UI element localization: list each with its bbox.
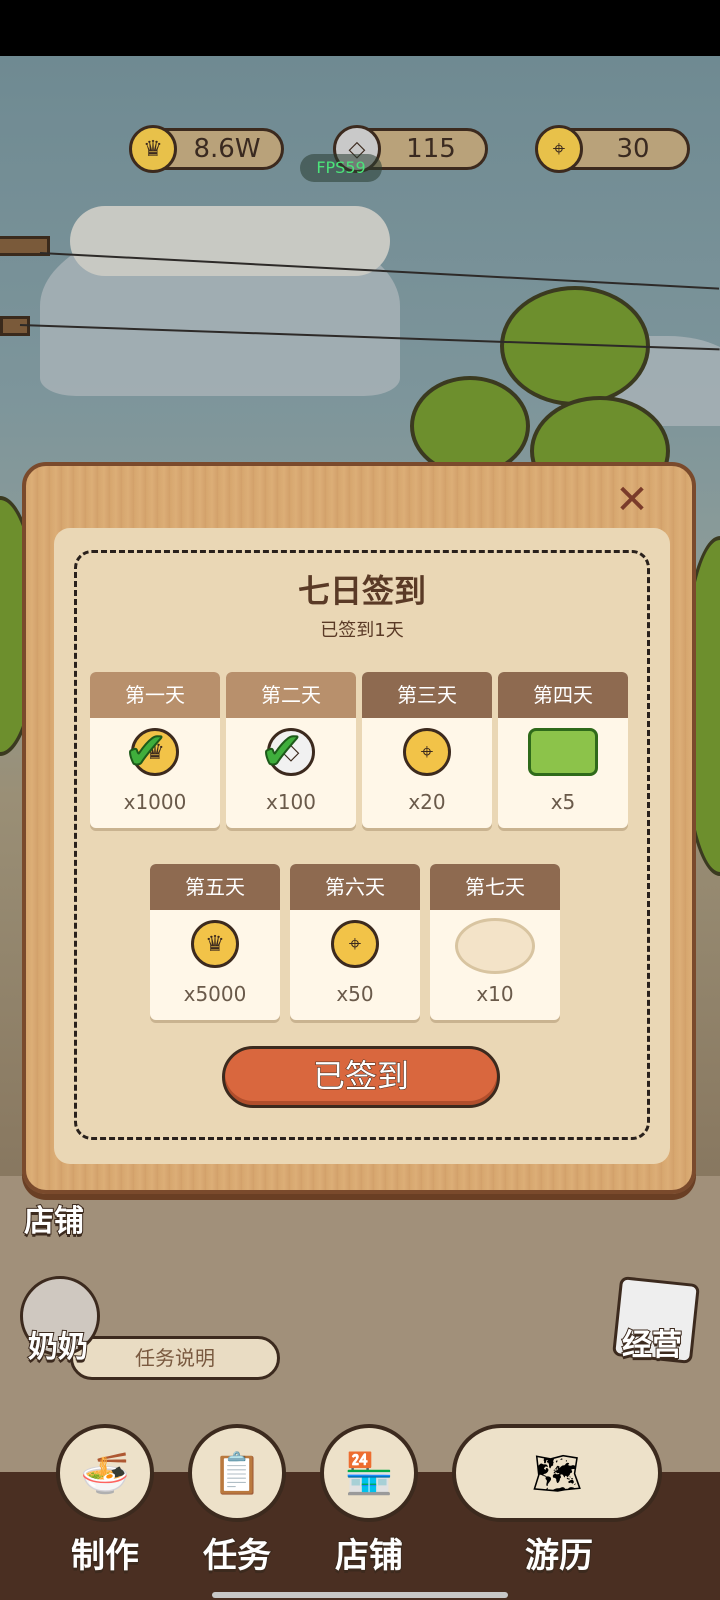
task-description-button[interactable]: 任务说明 <box>70 1336 280 1380</box>
day-label: 第三天 <box>362 672 492 718</box>
day-label: 第四天 <box>498 672 628 718</box>
store-icon[interactable]: 🏪 <box>320 1424 418 1522</box>
cloud <box>70 206 390 276</box>
home-indicator[interactable] <box>212 1592 508 1598</box>
manage-label[interactable]: 经营 <box>621 1320 683 1364</box>
day-card[interactable]: 第六天 ⌖ x50 <box>290 864 420 1020</box>
map-icon[interactable]: 🗺 <box>452 1424 662 1522</box>
reward-quantity: x5 <box>550 790 576 814</box>
day-card[interactable]: 第七天 x10 <box>430 864 560 1020</box>
checkin-status: 已签到1天 <box>320 620 404 641</box>
location-pin-icon: ⌖ <box>535 125 583 173</box>
seven-day-checkin-dialog: ✕ 七日签到 已签到1天 第一天 ♛ ✔ x1000 第二天 ◇ ✔ x100 … <box>22 462 696 1194</box>
noodle-bowl-icon[interactable]: 🍜 <box>56 1424 154 1522</box>
crown-icon: ♛ <box>191 920 239 968</box>
reward-quantity: x20 <box>408 790 446 814</box>
shop-side-label[interactable]: 店铺 <box>23 1196 85 1240</box>
check-icon: ✔ <box>123 722 169 782</box>
reward-quantity: x50 <box>336 982 374 1006</box>
coin-value: 8.6W <box>193 134 261 164</box>
location-counter[interactable]: ⌖ 30 <box>535 125 690 173</box>
crown-icon: ♛ <box>129 125 177 173</box>
day-card[interactable]: 第三天 ⌖ x20 <box>362 672 492 828</box>
fps-counter: FPS59 <box>300 154 382 182</box>
reward-quantity: x100 <box>265 790 316 814</box>
status-bar <box>0 0 720 56</box>
location-value: 30 <box>616 134 650 164</box>
day-card[interactable]: 第五天 ♛ x5000 <box>150 864 280 1020</box>
tree <box>410 376 530 476</box>
day-label: 第六天 <box>290 864 420 910</box>
dialog-title: 七日签到 <box>297 572 426 610</box>
day-card[interactable]: 第一天 ♛ ✔ x1000 <box>90 672 220 828</box>
reward-quantity: x10 <box>476 982 514 1006</box>
location-pin-icon: ⌖ <box>331 920 379 968</box>
day-label: 第二天 <box>226 672 356 718</box>
nav-label-tasks[interactable]: 任务 <box>182 1528 292 1577</box>
reward-quantity: x5000 <box>183 982 247 1006</box>
check-icon: ✔ <box>259 722 305 782</box>
day-label: 第一天 <box>90 672 220 718</box>
close-icon[interactable]: ✕ <box>612 480 652 522</box>
green-onion-icon <box>528 728 598 776</box>
nav-label-make[interactable]: 制作 <box>50 1528 160 1577</box>
diamond-value: 115 <box>406 134 456 164</box>
dialog-panel: 七日签到 已签到1天 第一天 ♛ ✔ x1000 第二天 ◇ ✔ x100 第三… <box>54 528 670 1164</box>
reward-quantity: x1000 <box>123 790 187 814</box>
day-card[interactable]: 第四天 x5 <box>498 672 628 828</box>
granny-label: 奶奶 <box>27 1329 89 1366</box>
location-pin-icon: ⌖ <box>403 728 451 776</box>
nav-label-shop[interactable]: 店铺 <box>314 1528 424 1577</box>
clipboard-icon[interactable]: 📋 <box>188 1424 286 1522</box>
signed-in-button[interactable]: 已签到 <box>222 1046 500 1108</box>
day-card[interactable]: 第二天 ◇ ✔ x100 <box>226 672 356 828</box>
coin-counter[interactable]: ♛ 8.6W <box>129 125 284 173</box>
nav-label-travel[interactable]: 游历 <box>504 1528 614 1577</box>
day-label: 第五天 <box>150 864 280 910</box>
day-label: 第七天 <box>430 864 560 910</box>
noodles-icon <box>455 918 535 974</box>
